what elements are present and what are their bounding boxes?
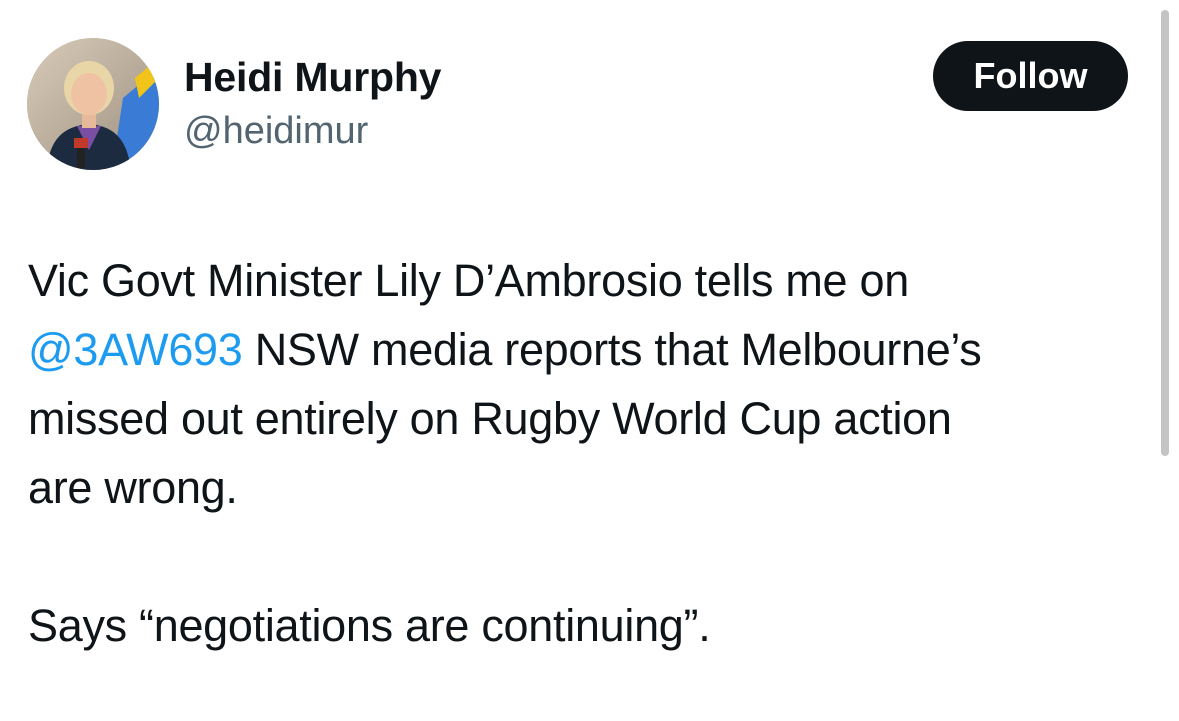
tweet-line: Vic Govt Minister Lily D’Ambrosio tells …	[28, 255, 909, 306]
tweet-text: Vic Govt Minister Lily D’Ambrosio tells …	[28, 246, 1138, 660]
author-handle[interactable]: @heidimur	[184, 106, 368, 156]
author-display-name[interactable]: Heidi Murphy	[184, 50, 441, 104]
mention-link[interactable]: @3AW693	[28, 324, 243, 375]
follow-button[interactable]: Follow	[933, 41, 1128, 111]
tweet-line: are wrong.	[28, 462, 238, 513]
scrollbar[interactable]	[1161, 10, 1169, 456]
paragraph-spacer	[28, 522, 1138, 591]
tweet-line-text: NSW media reports that Melbourne’s	[242, 324, 982, 375]
avatar[interactable]	[27, 38, 159, 170]
tweet-line: Says “negotiations are continuing”.	[28, 600, 711, 651]
avatar-image	[27, 38, 159, 170]
tweet-line: @3AW693 NSW media reports that Melbourne…	[28, 315, 1138, 384]
tweet-card: Heidi Murphy @heidimur Follow Vic Govt M…	[0, 0, 1179, 721]
tweet-line: missed out entirely on Rugby World Cup a…	[28, 393, 952, 444]
